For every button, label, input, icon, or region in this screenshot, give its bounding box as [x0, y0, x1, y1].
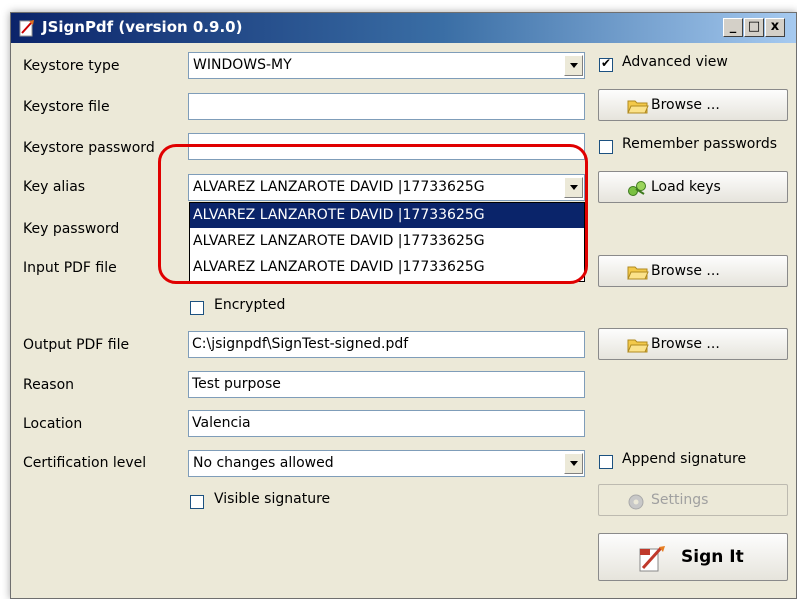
encrypted-checkbox[interactable]	[190, 301, 204, 315]
minimize-button[interactable]: _	[723, 18, 743, 37]
append-signature-checkbox[interactable]	[599, 455, 613, 469]
key-alias-label: Key alias	[23, 179, 86, 195]
keystore-type-label: Keystore type	[23, 58, 120, 74]
gear-icon	[628, 494, 644, 510]
chevron-down-icon[interactable]	[564, 453, 583, 474]
keystore-file-label: Keystore file	[23, 99, 110, 115]
advanced-view-label: Advanced view	[622, 54, 728, 70]
key-password-label: Key password	[23, 221, 120, 237]
folder-icon	[627, 100, 649, 114]
location-input[interactable]: Valencia	[188, 410, 585, 437]
input-pdf-browse-button[interactable]: Browse ...	[598, 255, 788, 287]
browse-label: Browse ...	[651, 263, 720, 279]
input-pdf-label: Input PDF file	[23, 260, 117, 276]
sign-it-label: Sign It	[681, 547, 744, 567]
keystore-file-input[interactable]	[188, 93, 585, 120]
title-bar[interactable]: JSignPdf (version 0.9.0) _ □ x	[11, 13, 796, 43]
sign-it-button[interactable]: Sign It	[598, 533, 788, 581]
certification-level-label: Certification level	[23, 455, 147, 471]
certification-level-value: No changes allowed	[193, 455, 334, 471]
reason-label: Reason	[23, 377, 75, 393]
close-button[interactable]: x	[765, 18, 785, 37]
keystore-type-select[interactable]: WINDOWS-MY	[188, 52, 585, 79]
load-keys-button[interactable]: Load keys	[598, 171, 788, 203]
reason-input[interactable]: Test purpose	[188, 371, 585, 398]
encrypted-label: Encrypted	[214, 297, 286, 313]
pdf-sign-icon	[639, 546, 665, 572]
output-pdf-label: Output PDF file	[23, 337, 130, 353]
location-label: Location	[23, 416, 83, 432]
keys-icon	[628, 181, 646, 196]
jsignpdf-window: JSignPdf (version 0.9.0) _ □ x Keystore …	[10, 12, 797, 599]
settings-button[interactable]: Settings	[598, 484, 788, 516]
load-keys-label: Load keys	[651, 179, 721, 195]
annotation-highlight	[158, 144, 588, 284]
output-pdf-input[interactable]: C:\jsignpdf\SignTest-signed.pdf	[188, 331, 585, 358]
window-title: JSignPdf (version 0.9.0)	[42, 18, 243, 36]
visible-signature-checkbox[interactable]	[190, 495, 204, 509]
advanced-view-checkbox[interactable]	[599, 56, 613, 72]
maximize-button[interactable]: □	[744, 18, 764, 37]
browse-label: Browse ...	[651, 336, 720, 352]
append-signature-label: Append signature	[622, 451, 747, 467]
certification-level-select[interactable]: No changes allowed	[188, 450, 585, 477]
remember-passwords-label: Remember passwords	[622, 136, 778, 152]
visible-signature-label: Visible signature	[214, 491, 331, 507]
folder-icon	[627, 266, 649, 280]
chevron-down-icon[interactable]	[564, 55, 583, 76]
output-pdf-browse-button[interactable]: Browse ...	[598, 328, 788, 360]
pdf-sign-app-icon	[19, 20, 34, 37]
settings-label: Settings	[651, 492, 709, 508]
remember-passwords-checkbox[interactable]	[599, 140, 613, 154]
browse-label: Browse ...	[651, 97, 720, 113]
keystore-type-value: WINDOWS-MY	[193, 57, 292, 73]
keystore-browse-button[interactable]: Browse ...	[598, 89, 788, 121]
keystore-password-label: Keystore password	[23, 140, 155, 156]
folder-icon	[627, 339, 649, 353]
